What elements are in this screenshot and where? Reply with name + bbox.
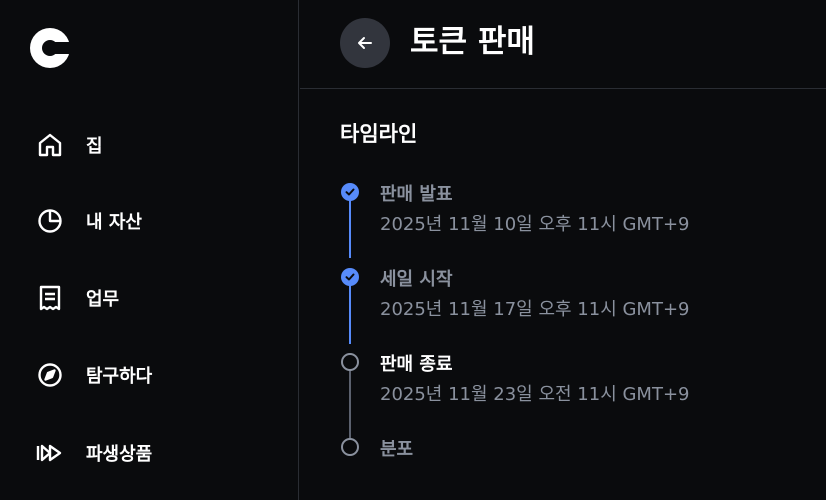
sidebar-item-label: 내 자산 [86,212,142,233]
timeline-event-title: 판매 발표 [380,184,453,205]
sidebar-item-business[interactable]: 업무 [36,280,119,316]
back-button[interactable] [340,18,390,68]
pie-chart-icon [36,207,64,235]
timeline-event-title: 세일 시작 [380,269,453,290]
sidebar-item-home[interactable]: 집 [36,127,103,163]
timeline: 판매 발표 2025년 11월 10일 오후 11시 GMT+9 세일 시작 2… [340,172,820,472]
page-header: 토큰 판매 [300,0,826,89]
timeline-event-date: 2025년 11월 23일 오전 11시 GMT+9 [380,384,690,405]
sidebar-item-explore[interactable]: 탐구하다 [36,357,152,393]
sidebar: 집 내 자산 업무 탐구하다 파생상품 [0,0,299,500]
arrow-left-icon [355,33,375,53]
sidebar-item-derivatives[interactable]: 파생상품 [36,435,152,471]
sidebar-item-label: 파생상품 [86,444,153,465]
sidebar-item-label: 탐구하다 [86,366,153,387]
receipt-icon [36,284,64,312]
timeline-check-icon [341,183,359,201]
main-content: 토큰 판매 타임라인 판매 발표 2025년 11월 10일 오후 11시 GM… [300,0,826,500]
sidebar-item-label: 업무 [86,289,120,310]
timeline-title: 타임라인 [340,122,418,146]
compass-icon [36,361,64,389]
timeline-event-date: 2025년 11월 17일 오후 11시 GMT+9 [380,299,690,320]
timeline-event-title: 판매 종료 [380,354,453,375]
sidebar-item-label: 집 [86,136,103,157]
timeline-pending-dot-icon [341,438,359,456]
timeline-check-icon [341,268,359,286]
timeline-connector-done [349,276,351,344]
timeline-event-title: 분포 [380,439,414,460]
sidebar-item-my-assets[interactable]: 내 자산 [36,203,142,239]
timeline-event-date: 2025년 11월 10일 오후 11시 GMT+9 [380,214,690,235]
coinbase-logo[interactable] [30,28,70,68]
app-window: 집 내 자산 업무 탐구하다 파생상품 토큰 판매 타임라인 판매 발표 202… [0,0,826,500]
timeline-connector-pending [349,362,351,438]
fast-forward-icon [36,439,64,467]
page-title: 토큰 판매 [410,24,535,60]
home-icon [36,131,64,159]
timeline-pending-dot-icon [341,353,359,371]
